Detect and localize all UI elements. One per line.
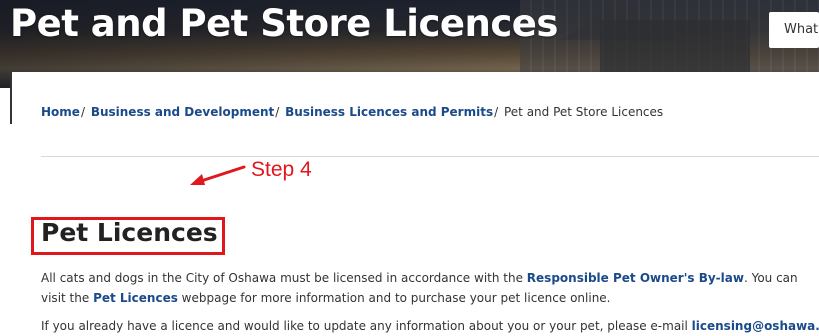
breadcrumb-business-licences-link[interactable]: Business Licences and Permits xyxy=(285,105,493,119)
page-title: Pet and Pet Store Licences xyxy=(10,2,558,45)
search-input[interactable]: What xyxy=(769,12,819,48)
update-info-paragraph: If you already have a licence and would … xyxy=(41,316,819,336)
breadcrumb-separator: / xyxy=(494,105,499,119)
breadcrumb: Home/ Business and Development/ Business… xyxy=(41,105,663,119)
bylaw-link[interactable]: Responsible Pet Owner's By-law xyxy=(527,271,744,285)
step-label: Step 4 xyxy=(251,158,312,181)
licensing-email-link[interactable]: licensing@oshawa.ca xyxy=(692,319,819,333)
breadcrumb-home-link[interactable]: Home xyxy=(41,105,80,119)
card-left-edge xyxy=(10,72,12,124)
divider xyxy=(41,156,819,157)
paragraph-text: All cats and dogs in the City of Oshawa … xyxy=(41,271,527,285)
pet-licence-paragraph: All cats and dogs in the City of Oshawa … xyxy=(41,268,819,308)
breadcrumb-current: Pet and Pet Store Licences xyxy=(503,105,664,119)
pet-licences-link[interactable]: Pet Licences xyxy=(93,291,178,305)
paragraph-text: webpage for more information and to purc… xyxy=(177,291,611,305)
breadcrumb-business-development-link[interactable]: Business and Development xyxy=(91,105,274,119)
breadcrumb-separator: / xyxy=(80,105,85,119)
breadcrumb-separator: / xyxy=(275,105,280,119)
paragraph-text: If you already have a licence and would … xyxy=(41,319,692,333)
step-arrow-icon xyxy=(190,165,246,185)
section-title: Pet Licences xyxy=(41,218,218,247)
